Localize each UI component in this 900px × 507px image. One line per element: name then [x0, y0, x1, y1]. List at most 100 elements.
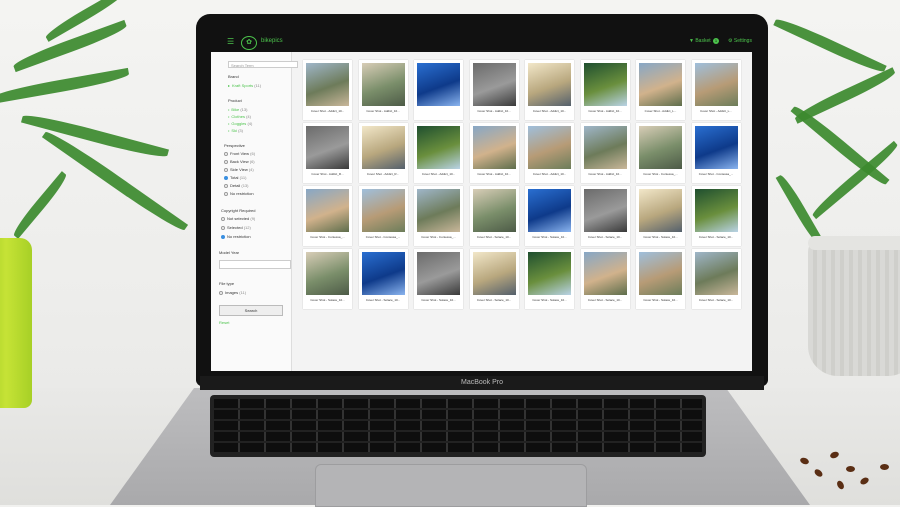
- image-thumbnail[interactable]: [472, 63, 516, 106]
- image-thumbnail[interactable]: [583, 63, 627, 106]
- brand-item-count: (11): [254, 83, 262, 88]
- image-tile[interactable]: Cover Shot - Solace_10...: [525, 186, 574, 246]
- image-thumbnail[interactable]: [306, 126, 349, 169]
- settings-button[interactable]: ⚙ Settings: [728, 38, 752, 44]
- menu-icon[interactable]: ☰: [227, 37, 234, 46]
- image-tile[interactable]: Cover Shot - Addict_10...: [469, 123, 519, 183]
- image-tile[interactable]: [414, 60, 463, 120]
- image-tile[interactable]: Cover Shot - Solace_10...: [303, 249, 352, 309]
- image-thumbnail[interactable]: [417, 63, 460, 106]
- image-thumbnail[interactable]: [583, 189, 627, 232]
- perspective-option-front[interactable]: Front View (6): [224, 151, 255, 156]
- radio-button[interactable]: [221, 216, 225, 221]
- image-tile[interactable]: Cover Shot - Addict_10...: [414, 123, 463, 183]
- image-tile[interactable]: Cover Shot - Solace_10...: [469, 186, 519, 246]
- image-thumbnail[interactable]: [417, 189, 460, 232]
- model-year-input[interactable]: [219, 260, 291, 269]
- radio-button[interactable]: [224, 191, 228, 196]
- image-tile[interactable]: Cover Shot - Solace_10...: [525, 249, 574, 309]
- image-tile[interactable]: Cover Shot - Solace_10...: [469, 249, 519, 309]
- image-tile[interactable]: Cover Shot - Solace_10...: [636, 249, 685, 309]
- product-count: (3): [238, 128, 243, 133]
- app-logo-icon[interactable]: ✿: [241, 36, 257, 50]
- image-thumbnail[interactable]: [583, 252, 627, 295]
- image-thumbnail[interactable]: [528, 126, 571, 169]
- image-tile[interactable]: Cover Shot - Contessa_...: [414, 186, 463, 246]
- product-item-ski[interactable]: • Ski (3): [228, 128, 243, 133]
- image-caption: Cover Shot - Solace_10...: [310, 298, 345, 302]
- image-thumbnail[interactable]: [639, 63, 682, 106]
- radio-button[interactable]: [224, 159, 228, 164]
- radio-button[interactable]: [221, 225, 225, 230]
- image-thumbnail[interactable]: [528, 63, 571, 106]
- image-tile[interactable]: Cover Shot - Addict_10...: [469, 60, 519, 120]
- image-tile[interactable]: Cover Shot - Solace_10...: [636, 186, 685, 246]
- image-tile[interactable]: Cover Shot - Contessa_...: [358, 186, 408, 246]
- radio-button[interactable]: [224, 151, 228, 156]
- image-thumbnail[interactable]: [306, 252, 349, 295]
- image-thumbnail[interactable]: [472, 252, 516, 295]
- brand-item[interactable]: ▸ Kraft Sports (11): [228, 83, 261, 88]
- image-tile[interactable]: Cover Shot - Addict_10...: [303, 60, 352, 120]
- radio-button-selected[interactable]: [224, 175, 228, 180]
- image-thumbnail[interactable]: [528, 252, 571, 295]
- image-thumbnail[interactable]: [639, 189, 682, 232]
- image-thumbnail[interactable]: [583, 126, 627, 169]
- image-thumbnail[interactable]: [639, 252, 682, 295]
- checkbox[interactable]: [219, 290, 223, 295]
- image-thumbnail[interactable]: [361, 252, 405, 295]
- copyright-option-selected[interactable]: Selected (12): [221, 225, 251, 230]
- image-tile[interactable]: Cover Shot - Addict_10...: [525, 123, 574, 183]
- image-tile[interactable]: Cover Shot - Solace_10...: [691, 249, 741, 309]
- image-tile[interactable]: Cover Shot - Addict_10...: [580, 60, 630, 120]
- product-item-bike[interactable]: • Bike (13): [228, 107, 247, 112]
- perspective-option-back[interactable]: Back View (6): [224, 159, 255, 164]
- image-tile[interactable]: Cover Shot - Addict_L...: [636, 60, 685, 120]
- image-thumbnail[interactable]: [639, 126, 682, 169]
- image-tile[interactable]: Cover Shot - Solace_10...: [580, 249, 630, 309]
- search-button[interactable]: Search: [219, 305, 283, 316]
- image-tile[interactable]: Cover Shot - Addict_R...: [303, 123, 352, 183]
- image-tile[interactable]: Cover Shot - Addict_R...: [358, 123, 408, 183]
- product-item-goggles[interactable]: • Goggles (4): [228, 121, 252, 126]
- image-tile[interactable]: Cover Shot - Solace_10...: [691, 186, 741, 246]
- image-thumbnail[interactable]: [361, 63, 405, 106]
- image-tile[interactable]: Cover Shot - Solace_10...: [414, 249, 463, 309]
- image-thumbnail[interactable]: [528, 189, 571, 232]
- image-thumbnail[interactable]: [306, 189, 349, 232]
- image-thumbnail[interactable]: [361, 126, 405, 169]
- perspective-option-side[interactable]: Side View (4): [224, 167, 254, 172]
- image-tile[interactable]: Cover Shot - Contessa_...: [636, 123, 685, 183]
- image-tile[interactable]: Cover Shot - Addict_10...: [358, 60, 408, 120]
- image-thumbnail[interactable]: [417, 252, 460, 295]
- image-tile[interactable]: Cover Shot - Contessa_...: [303, 186, 352, 246]
- perspective-option-none[interactable]: No restriction: [224, 191, 254, 196]
- image-thumbnail[interactable]: [417, 126, 460, 169]
- image-thumbnail[interactable]: [694, 189, 738, 232]
- image-tile[interactable]: Cover Shot - Contessa_...: [691, 123, 741, 183]
- filetype-option-images[interactable]: Images (11): [219, 290, 246, 295]
- image-tile[interactable]: Cover Shot - Solace_10...: [580, 186, 630, 246]
- product-item-clothes[interactable]: • Clothes (4): [228, 114, 251, 119]
- reset-link[interactable]: Reset: [219, 320, 229, 325]
- copyright-option-none[interactable]: No restriction: [221, 234, 251, 239]
- image-tile[interactable]: Cover Shot - Addict_10...: [525, 60, 574, 120]
- image-tile[interactable]: Cover Shot - Addict_10...: [580, 123, 630, 183]
- radio-button-selected[interactable]: [221, 234, 225, 239]
- image-thumbnail[interactable]: [694, 126, 738, 169]
- image-tile[interactable]: Cover Shot - Addict_L...: [691, 60, 741, 120]
- perspective-option-detail[interactable]: Detail (13): [224, 183, 248, 188]
- image-thumbnail[interactable]: [472, 189, 516, 232]
- image-thumbnail[interactable]: [472, 126, 516, 169]
- image-tile[interactable]: Cover Shot - Solace_10...: [358, 249, 408, 309]
- radio-button[interactable]: [224, 183, 228, 188]
- radio-button[interactable]: [224, 167, 228, 172]
- search-input[interactable]: Search Term: [228, 61, 298, 68]
- image-thumbnail[interactable]: [694, 63, 738, 106]
- basket-button[interactable]: ▼ Basket 1: [689, 38, 720, 44]
- image-thumbnail[interactable]: [306, 63, 349, 106]
- image-thumbnail[interactable]: [694, 252, 738, 295]
- image-thumbnail[interactable]: [361, 189, 405, 232]
- perspective-option-total[interactable]: Total (11): [224, 175, 246, 180]
- copyright-option-not-selected[interactable]: Not selected (9): [221, 216, 255, 221]
